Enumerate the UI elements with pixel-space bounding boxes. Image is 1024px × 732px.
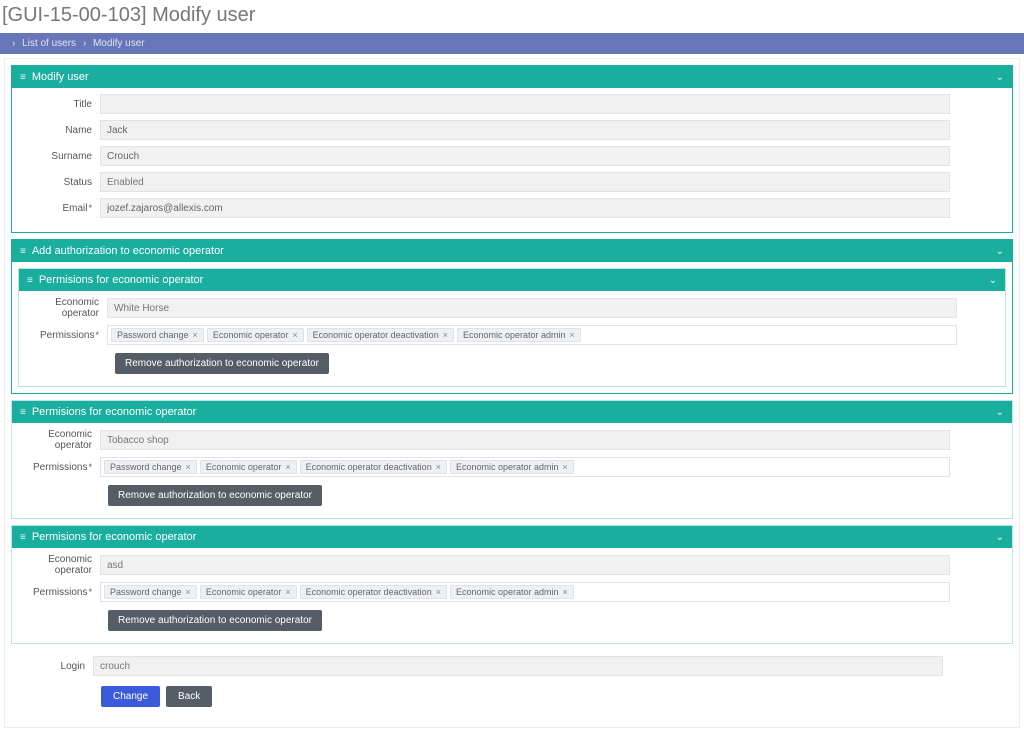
close-icon[interactable]: × xyxy=(443,330,448,340)
tag-label: Economic operator admin xyxy=(456,587,559,597)
label-economic-operator: Economic operator xyxy=(27,297,107,319)
permission-tag: Economic operator admin × xyxy=(457,328,581,342)
panel-title: Permisions for economic operator xyxy=(39,274,989,286)
close-icon[interactable]: × xyxy=(186,587,191,597)
label-status: Status xyxy=(20,177,100,188)
close-icon[interactable]: × xyxy=(563,587,568,597)
tag-label: Economic operator admin xyxy=(456,462,559,472)
panel-permissions-3: ≡ Permisions for economic operator ⌄ Eco… xyxy=(11,525,1013,644)
panel-title: Permisions for economic operator xyxy=(32,531,996,543)
grip-icon: ≡ xyxy=(20,407,26,418)
permission-tag: Password change × xyxy=(104,460,197,474)
chevron-right-icon: › xyxy=(83,38,86,49)
permission-tag: Password change × xyxy=(111,328,204,342)
chevron-down-icon[interactable]: ⌄ xyxy=(989,275,997,286)
permission-tag: Economic operator deactivation × xyxy=(300,460,447,474)
tag-label: Economic operator xyxy=(213,330,289,340)
permission-tag: Economic operator deactivation × xyxy=(307,328,454,342)
label-permissions: Permissions xyxy=(20,587,100,598)
label-title: Title xyxy=(20,99,100,110)
tag-label: Password change xyxy=(117,330,189,340)
close-icon[interactable]: × xyxy=(570,330,575,340)
remove-authorization-button[interactable]: Remove authorization to economic operato… xyxy=(108,485,322,506)
permission-tag: Password change × xyxy=(104,585,197,599)
chevron-right-icon: › xyxy=(12,38,15,49)
economic-operator-input[interactable] xyxy=(100,430,950,450)
panel-header[interactable]: ≡ Add authorization to economic operator… xyxy=(12,240,1012,262)
panel-add-authorization: ≡ Add authorization to economic operator… xyxy=(11,239,1013,394)
status-input[interactable] xyxy=(100,172,950,192)
panel-permissions-2: ≡ Permisions for economic operator ⌄ Eco… xyxy=(11,400,1013,519)
panel-modify-user: ≡ Modify user ⌄ Title Name Surname Statu… xyxy=(11,65,1013,233)
permissions-tags[interactable]: Password change× Economic operator× Econ… xyxy=(100,582,950,602)
chevron-down-icon[interactable]: ⌄ xyxy=(996,407,1004,418)
permission-tag: Economic operator× xyxy=(200,460,297,474)
label-name: Name xyxy=(20,125,100,136)
panel-header[interactable]: ≡ Modify user ⌄ xyxy=(12,66,1012,88)
chevron-down-icon[interactable]: ⌄ xyxy=(996,72,1004,83)
chevron-down-icon[interactable]: ⌄ xyxy=(996,246,1004,257)
remove-authorization-button[interactable]: Remove authorization to economic operato… xyxy=(108,610,322,631)
panel-permissions-1: ≡ Permisions for economic operator ⌄ Eco… xyxy=(18,268,1006,387)
back-button[interactable]: Back xyxy=(166,686,212,707)
panel-title: Permisions for economic operator xyxy=(32,406,996,418)
permissions-tags[interactable]: Password change× Economic operator× Econ… xyxy=(107,325,957,345)
permission-tag: Economic operator× xyxy=(200,585,297,599)
tag-label: Economic operator deactivation xyxy=(306,587,432,597)
email-input[interactable] xyxy=(100,198,950,218)
panel-header[interactable]: ≡ Permisions for economic operator ⌄ xyxy=(19,269,1005,291)
panel-header[interactable]: ≡ Permisions for economic operator ⌄ xyxy=(12,526,1012,548)
label-permissions: Permissions xyxy=(27,330,107,341)
label-economic-operator: Economic operator xyxy=(20,554,100,576)
close-icon[interactable]: × xyxy=(292,330,297,340)
change-button[interactable]: Change xyxy=(101,686,160,707)
chevron-down-icon[interactable]: ⌄ xyxy=(996,532,1004,543)
tag-label: Economic operator xyxy=(206,462,282,472)
close-icon[interactable]: × xyxy=(285,587,290,597)
permission-tag: Economic operator admin × xyxy=(450,585,574,599)
tag-label: Economic operator deactivation xyxy=(306,462,432,472)
close-icon[interactable]: × xyxy=(563,462,568,472)
panel-title: Modify user xyxy=(32,71,996,83)
grip-icon: ≡ xyxy=(20,72,26,83)
label-surname: Surname xyxy=(20,151,100,162)
grip-icon: ≡ xyxy=(20,246,26,257)
grip-icon: ≡ xyxy=(20,532,26,543)
remove-authorization-button[interactable]: Remove authorization to economic operato… xyxy=(115,353,329,374)
breadcrumb: › List of users › Modify user xyxy=(0,33,1024,54)
permission-tag: Economic operator admin × xyxy=(450,460,574,474)
tag-label: Economic operator admin xyxy=(463,330,566,340)
close-icon[interactable]: × xyxy=(193,330,198,340)
close-icon[interactable]: × xyxy=(186,462,191,472)
breadcrumb-item[interactable]: Modify user xyxy=(93,38,145,49)
tag-label: Economic operator xyxy=(206,587,282,597)
economic-operator-input[interactable] xyxy=(100,555,950,575)
permission-tag: Economic operator deactivation × xyxy=(300,585,447,599)
permissions-tags[interactable]: Password change× Economic operator× Econ… xyxy=(100,457,950,477)
label-email: Email xyxy=(20,203,100,214)
surname-input[interactable] xyxy=(100,146,950,166)
tag-label: Password change xyxy=(110,587,182,597)
economic-operator-input[interactable] xyxy=(107,298,957,318)
tag-label: Economic operator deactivation xyxy=(313,330,439,340)
label-login: Login xyxy=(13,661,93,672)
grip-icon: ≡ xyxy=(27,275,33,286)
name-input[interactable] xyxy=(100,120,950,140)
page-title: [GUI-15-00-103] Modify user xyxy=(0,0,1024,33)
login-input[interactable] xyxy=(93,656,943,676)
close-icon[interactable]: × xyxy=(436,587,441,597)
title-input[interactable] xyxy=(100,94,950,114)
label-economic-operator: Economic operator xyxy=(20,429,100,451)
breadcrumb-item[interactable]: List of users xyxy=(22,38,76,49)
tag-label: Password change xyxy=(110,462,182,472)
close-icon[interactable]: × xyxy=(436,462,441,472)
panel-title: Add authorization to economic operator xyxy=(32,245,996,257)
permission-tag: Economic operator× xyxy=(207,328,304,342)
panel-header[interactable]: ≡ Permisions for economic operator ⌄ xyxy=(12,401,1012,423)
label-permissions: Permissions xyxy=(20,462,100,473)
close-icon[interactable]: × xyxy=(285,462,290,472)
